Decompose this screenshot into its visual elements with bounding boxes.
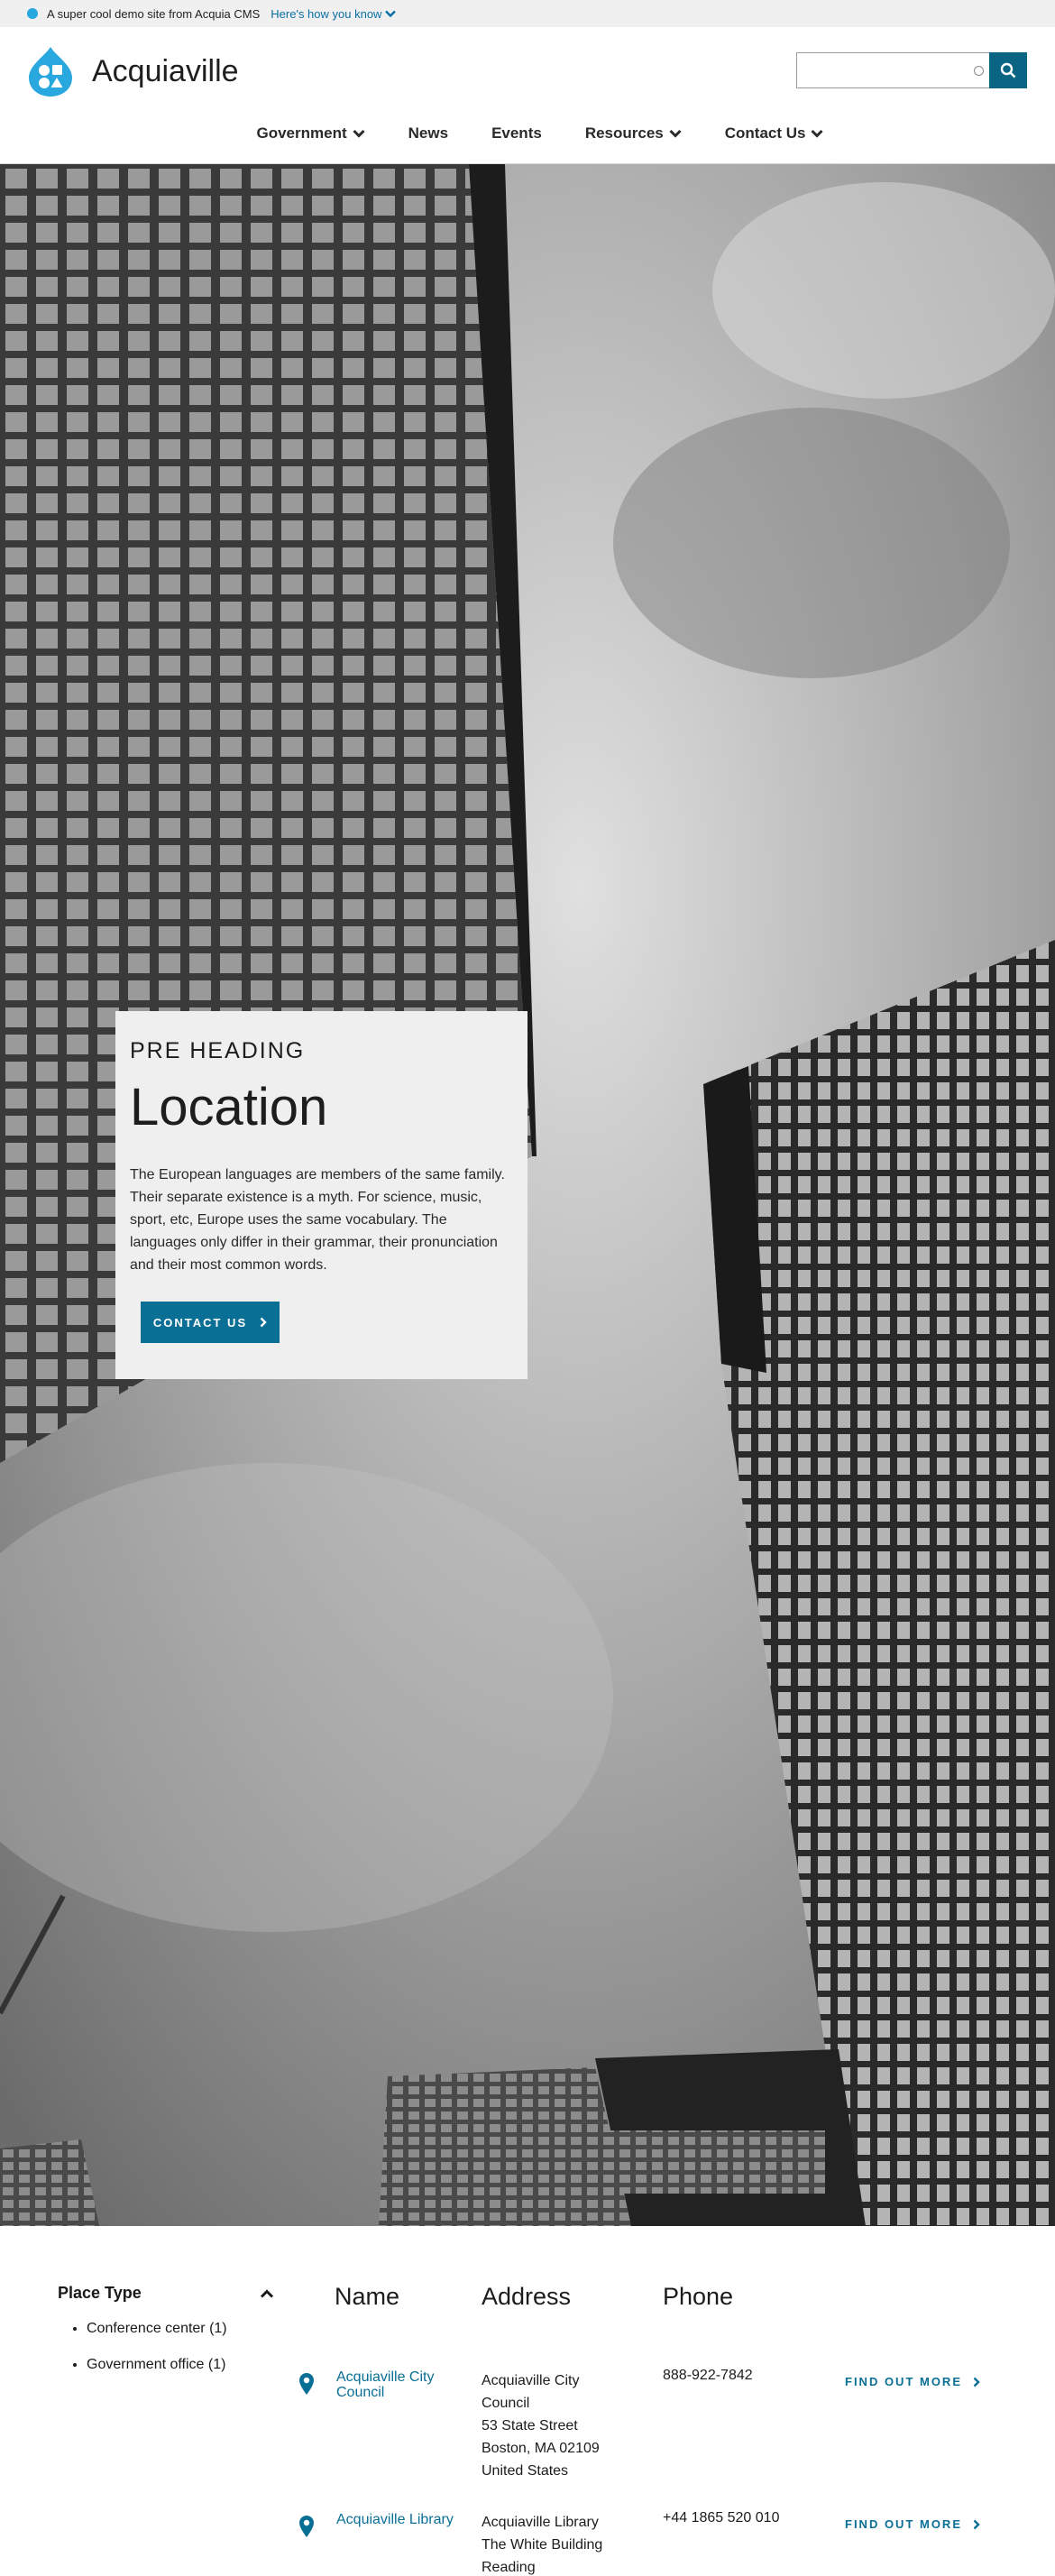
chevron-down-icon [811, 129, 824, 138]
hero-title: Location [130, 1078, 328, 1136]
search-input[interactable] [796, 52, 989, 88]
search-form [796, 52, 1027, 88]
nav-item-government[interactable]: Government [235, 124, 387, 143]
acquiaville-logo-icon [29, 47, 72, 97]
column-header-address: Address [482, 2283, 572, 2310]
nav-item-resources[interactable]: Resources [564, 124, 703, 143]
filter-option[interactable]: Conference center (1) [87, 2321, 274, 2337]
nav-item-label: Events [491, 124, 542, 142]
nav-item-label: Resources [584, 124, 664, 142]
search-icon [1000, 62, 1016, 78]
address-line: Acquiaville Library [482, 2515, 599, 2530]
filter-option[interactable]: Government office (1) [87, 2357, 274, 2373]
address-line: Council [482, 2396, 530, 2411]
column-header-name: Name [335, 2283, 400, 2310]
location-phone: 888-922-7842 [663, 2368, 753, 2383]
contact-us-button[interactable]: CONTACT US [141, 1302, 280, 1343]
chevron-up-icon [260, 2288, 274, 2298]
chevron-right-icon [973, 2377, 980, 2387]
hero-pre-heading: PRE HEADING [130, 1038, 306, 1063]
hero-banner: PRE HEADING Location The European langua… [0, 164, 1055, 2226]
nav-item-label: Contact Us [724, 124, 806, 142]
chevron-down-icon [669, 129, 682, 138]
location-name-link[interactable]: Acquiaville City Council [336, 2369, 463, 2400]
location-address: Acquiaville City Council 53 State Street… [482, 2369, 626, 2482]
how-you-know-link[interactable]: Here's how you know [271, 6, 397, 21]
location-name-link[interactable]: Acquiaville Library [336, 2512, 463, 2527]
address-line: Acquiaville City [482, 2373, 580, 2388]
site-header: Acquiaville Government News Events Resou… [0, 27, 1055, 164]
address-line: Reading [482, 2560, 536, 2575]
site-name: Acquiaville [92, 53, 239, 88]
map-pin-icon [299, 2373, 314, 2395]
location-address: Acquiaville Library The White Building R… [482, 2511, 626, 2576]
place-type-filter-toggle[interactable]: Place Type [58, 2284, 274, 2303]
nav-item-label: News [408, 124, 449, 142]
loading-spinner-icon [974, 66, 984, 76]
address-line: United States [482, 2463, 569, 2479]
chevron-down-icon [353, 129, 365, 138]
chevron-right-icon [973, 2519, 980, 2529]
find-out-more-link[interactable]: FIND OUT MORE [845, 2375, 980, 2388]
map-pin-icon [299, 2516, 314, 2537]
location-phone: +44 1865 520 010 [663, 2510, 780, 2525]
nav-item-events[interactable]: Events [470, 124, 564, 143]
how-you-know-label: Here's how you know [271, 6, 382, 21]
filter-title: Place Type [58, 2284, 142, 2302]
filter-options: Conference center (1) Government office … [58, 2321, 274, 2373]
search-button[interactable] [989, 52, 1027, 88]
address-line: 53 State Street [482, 2418, 578, 2433]
top-notice-message: A super cool demo site from Acquia CMS [47, 6, 261, 21]
address-line: Boston, MA 02109 [482, 2441, 600, 2456]
hero-card: PRE HEADING Location The European langua… [115, 1011, 528, 1379]
nav-item-contact-us[interactable]: Contact Us [703, 124, 846, 143]
column-header-phone: Phone [663, 2283, 734, 2310]
chevron-right-icon [260, 1317, 267, 1328]
address-line: The White Building [482, 2537, 603, 2553]
contact-us-label: CONTACT US [152, 1315, 248, 1329]
main-navigation: Government News Events Resources Contact… [0, 124, 1055, 143]
place-type-filter: Place Type Conference center (1) Governm… [58, 2284, 274, 2393]
top-notice-bar: A super cool demo site from Acquia CMS H… [0, 0, 1055, 27]
site-logo[interactable]: Acquiaville [27, 45, 239, 97]
nav-item-label: Government [256, 124, 347, 142]
hero-body-text: The European languages are members of th… [130, 1166, 505, 1273]
drop-icon [27, 8, 38, 19]
find-out-more-label: FIND OUT MORE [845, 2375, 962, 2388]
find-out-more-label: FIND OUT MORE [845, 2517, 962, 2531]
chevron-down-icon [385, 10, 397, 17]
find-out-more-link[interactable]: FIND OUT MORE [845, 2517, 980, 2531]
nav-item-news[interactable]: News [387, 124, 470, 143]
